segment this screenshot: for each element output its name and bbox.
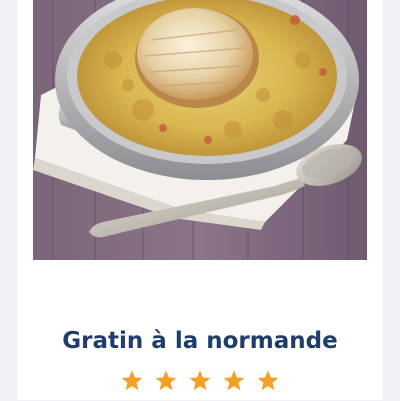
recipe-card[interactable]: Gratin à la normande [17,0,383,400]
gratin-illustration [33,0,367,260]
star-icon [155,370,177,391]
recipe-title: Gratin à la normande [62,328,338,354]
star-icon [223,370,245,391]
rating-stars[interactable] [17,369,383,401]
star-icon [189,370,211,391]
star-icon [257,370,279,391]
recipe-photo[interactable] [33,0,367,260]
star-icon [121,370,143,391]
